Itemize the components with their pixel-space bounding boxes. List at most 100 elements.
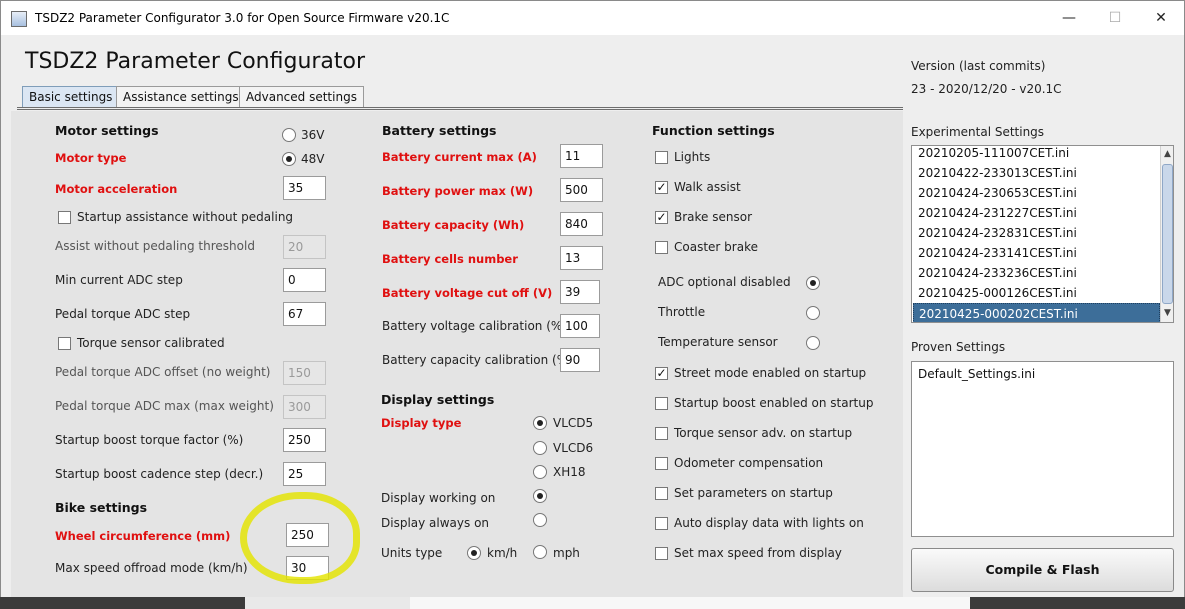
- startup-boost-checkbox[interactable]: [655, 397, 668, 410]
- function-settings-heading: Function settings: [652, 123, 775, 138]
- scroll-up-icon[interactable]: ▲: [1162, 147, 1173, 161]
- odometer-compensation-checkbox[interactable]: [655, 457, 668, 470]
- display-working-on-radio[interactable]: [533, 489, 547, 503]
- torque-max-input[interactable]: 300: [283, 395, 326, 419]
- tab-divider: [17, 107, 903, 110]
- pedal-torque-step-label: Pedal torque ADC step: [55, 307, 191, 321]
- min-current-input[interactable]: 0: [283, 268, 326, 292]
- torque-offset-input[interactable]: 150: [283, 361, 326, 385]
- tab-assistance-settings[interactable]: Assistance settings: [116, 86, 246, 108]
- torque-calibrated-checkbox[interactable]: [58, 337, 71, 350]
- list-scrollbar[interactable]: ▲ ▼: [1160, 146, 1173, 322]
- coaster-brake-checkbox[interactable]: [655, 241, 668, 254]
- units-mph-radio[interactable]: [533, 545, 547, 559]
- street-mode-checkbox[interactable]: ✓: [655, 367, 668, 380]
- assist-threshold-input[interactable]: 20: [283, 235, 326, 259]
- set-parameters-checkbox[interactable]: [655, 487, 668, 500]
- lights-label: Lights: [674, 150, 711, 164]
- display-type-label: Display type: [381, 416, 462, 430]
- display-xh18-radio[interactable]: [533, 465, 547, 479]
- display-settings-heading: Display settings: [381, 392, 495, 407]
- scrollbar-thumb[interactable]: [1162, 164, 1173, 304]
- motor-settings-heading: Motor settings: [55, 123, 159, 138]
- wheel-circumference-label: Wheel circumference (mm): [55, 529, 231, 543]
- voltage-calibration-input[interactable]: 100: [560, 314, 600, 338]
- display-xh18-label: XH18: [553, 465, 586, 479]
- battery-capacity-input[interactable]: 840: [560, 212, 603, 236]
- maximize-button[interactable]: ☐: [1092, 1, 1138, 35]
- set-parameters-label: Set parameters on startup: [674, 486, 833, 500]
- display-working-on-label: Display working on: [381, 491, 496, 505]
- offroad-speed-label: Max speed offroad mode (km/h): [55, 561, 248, 575]
- battery-cutoff-label: Battery voltage cut off (V): [382, 286, 553, 300]
- window-title: TSDZ2 Parameter Configurator 3.0 for Ope…: [35, 11, 450, 25]
- maximize-icon: ☐: [1108, 10, 1122, 26]
- display-vlcd6-radio[interactable]: [533, 441, 547, 455]
- list-item[interactable]: 20210205-111007CET.ini: [913, 146, 1160, 163]
- battery-current-label: Battery current max (A): [382, 150, 537, 164]
- units-type-label: Units type: [381, 546, 443, 560]
- list-item[interactable]: 20210424-230653CEST.ini: [913, 183, 1160, 203]
- battery-cells-label: Battery cells number: [382, 252, 518, 266]
- units-mph-label: mph: [553, 546, 580, 560]
- title-bar[interactable]: TSDZ2 Parameter Configurator 3.0 for Ope…: [1, 1, 1184, 35]
- bike-settings-heading: Bike settings: [55, 500, 148, 515]
- experimental-settings-list[interactable]: 20210205-111007CET.ini 20210422-233013CE…: [911, 145, 1174, 323]
- battery-power-input[interactable]: 500: [560, 178, 603, 202]
- minimize-button[interactable]: —: [1046, 1, 1092, 35]
- lights-checkbox[interactable]: [655, 151, 668, 164]
- tab-basic-settings[interactable]: Basic settings: [22, 86, 120, 108]
- adc-disabled-radio[interactable]: [806, 276, 820, 290]
- motor-36v-radio[interactable]: [282, 128, 296, 142]
- walk-assist-checkbox[interactable]: ✓: [655, 181, 668, 194]
- motor-48v-radio[interactable]: [282, 152, 296, 166]
- display-vlcd6-label: VLCD6: [553, 441, 594, 455]
- units-kmh-radio[interactable]: [467, 546, 481, 560]
- max-speed-display-checkbox[interactable]: [655, 547, 668, 560]
- auto-display-label: Auto display data with lights on: [674, 516, 864, 530]
- startup-assist-checkbox[interactable]: [58, 211, 71, 224]
- brake-sensor-label: Brake sensor: [674, 210, 753, 224]
- battery-current-input[interactable]: 11: [560, 144, 603, 168]
- scroll-down-icon[interactable]: ▼: [1162, 306, 1173, 320]
- torque-adv-checkbox[interactable]: [655, 427, 668, 440]
- torque-max-label: Pedal torque ADC max (max weight): [55, 399, 274, 413]
- battery-power-label: Battery power max (W): [382, 184, 534, 198]
- tab-advanced-settings[interactable]: Advanced settings: [239, 86, 364, 108]
- list-item[interactable]: Default_Settings.ini: [913, 364, 1160, 384]
- display-always-on-radio[interactable]: [533, 513, 547, 527]
- version-value: 23 - 2020/12/20 - v20.1C: [911, 82, 1062, 96]
- compile-flash-button[interactable]: Compile & Flash: [911, 548, 1174, 592]
- list-item[interactable]: 20210424-231227CEST.ini: [913, 203, 1160, 223]
- display-vlcd5-radio[interactable]: [533, 416, 547, 430]
- motor-acceleration-input[interactable]: 35: [283, 176, 326, 200]
- coaster-brake-label: Coaster brake: [674, 240, 758, 254]
- temperature-sensor-radio[interactable]: [806, 336, 820, 350]
- walk-assist-label: Walk assist: [674, 180, 741, 194]
- list-item[interactable]: 20210424-233141CEST.ini: [913, 243, 1160, 263]
- battery-cutoff-input[interactable]: 39: [560, 280, 600, 304]
- list-item-selected[interactable]: 20210425-000202CEST.ini: [913, 303, 1160, 322]
- motor-acceleration-label: Motor acceleration: [55, 182, 178, 196]
- torque-adv-label: Torque sensor adv. on startup: [674, 426, 853, 440]
- boost-cadence-input[interactable]: 25: [283, 462, 326, 486]
- list-item[interactable]: 20210424-232831CEST.ini: [913, 223, 1160, 243]
- throttle-radio[interactable]: [806, 306, 820, 320]
- list-item[interactable]: 20210424-233236CEST.ini: [913, 263, 1160, 283]
- display-vlcd5-label: VLCD5: [553, 416, 594, 430]
- background-window: [245, 597, 410, 609]
- battery-cells-input[interactable]: 13: [560, 246, 603, 270]
- torque-calibrated-label: Torque sensor calibrated: [77, 336, 225, 350]
- capacity-calibration-input[interactable]: 90: [560, 348, 600, 372]
- close-icon: ✕: [1155, 10, 1167, 26]
- close-button[interactable]: ✕: [1138, 1, 1184, 35]
- brake-sensor-checkbox[interactable]: ✓: [655, 211, 668, 224]
- startup-boost-label: Startup boost enabled on startup: [674, 396, 874, 410]
- list-item[interactable]: 20210425-000126CEST.ini: [913, 283, 1160, 303]
- pedal-torque-step-input[interactable]: 67: [283, 302, 326, 326]
- list-item[interactable]: 20210422-233013CEST.ini: [913, 163, 1160, 183]
- boost-factor-input[interactable]: 250: [283, 428, 326, 452]
- minimize-icon: —: [1062, 10, 1076, 26]
- auto-display-checkbox[interactable]: [655, 517, 668, 530]
- proven-settings-list[interactable]: Default_Settings.ini: [911, 361, 1174, 537]
